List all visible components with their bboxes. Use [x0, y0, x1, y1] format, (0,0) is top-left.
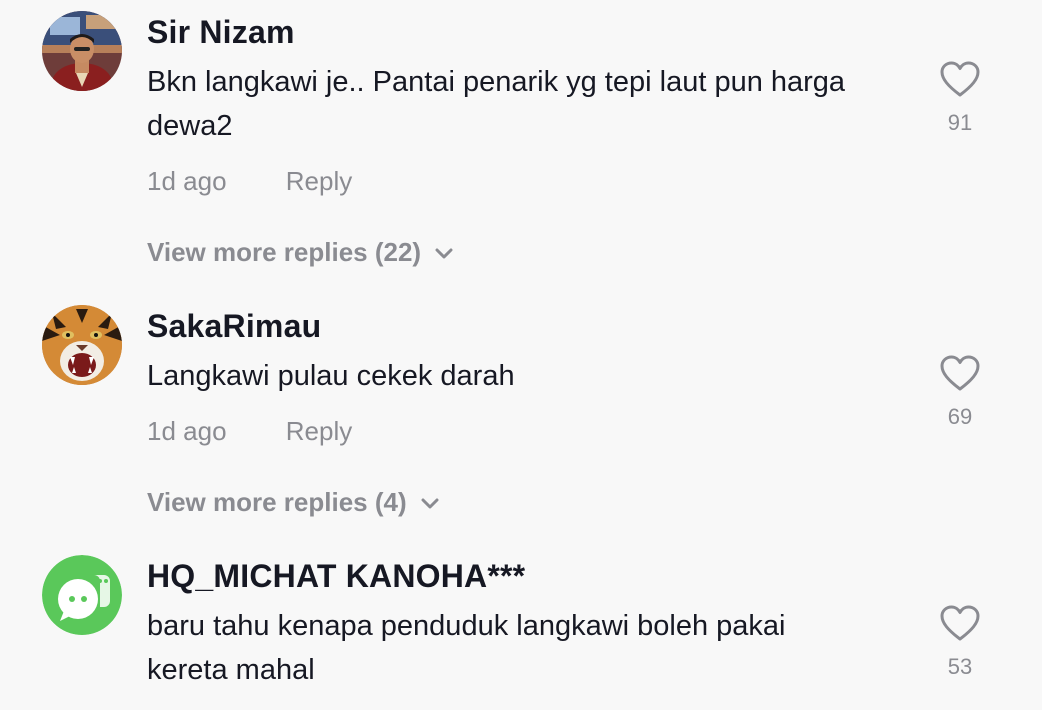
- comment-meta: 1d ago Reply: [147, 166, 352, 197]
- like-count: 53: [947, 654, 973, 679]
- like-button[interactable]: 69: [938, 354, 982, 430]
- heart-icon: [940, 605, 980, 641]
- chevron-down-icon: [421, 498, 439, 508]
- comment-meta: 1d ago Reply: [147, 416, 352, 447]
- comment-username[interactable]: HQ_MICHAT KANOHA***: [147, 558, 525, 595]
- reply-button[interactable]: Reply: [286, 416, 352, 447]
- tiger-photo-avatar-icon: [42, 305, 122, 385]
- michat-logo-avatar-icon: [42, 555, 122, 635]
- view-more-replies-label: View more replies (4): [147, 487, 407, 517]
- comment-text: baru tahu kenapa penduduk langkawi boleh…: [147, 610, 786, 686]
- comment-text: Langkawi pulau cekek darah: [147, 360, 515, 392]
- avatar[interactable]: [42, 555, 122, 635]
- view-more-replies-label: View more replies (22): [147, 237, 422, 267]
- comment-username[interactable]: SakaRimau: [147, 308, 321, 345]
- avatar[interactable]: [42, 11, 122, 91]
- comment-text: Bkn langkawi je.. Pantai penarik yg tepi…: [147, 66, 846, 142]
- chevron-down-icon: [435, 248, 453, 258]
- heart-icon: [940, 61, 980, 97]
- avatar[interactable]: [42, 305, 122, 385]
- view-more-replies-button[interactable]: View more replies (22): [147, 237, 455, 268]
- like-button[interactable]: 53: [938, 604, 982, 680]
- reply-button[interactable]: Reply: [286, 166, 352, 197]
- heart-icon: [940, 355, 980, 391]
- like-count: 69: [947, 404, 973, 429]
- comment-timestamp: 1d ago: [147, 166, 227, 196]
- person-photo-avatar-icon: [42, 11, 122, 91]
- comment-username[interactable]: Sir Nizam: [147, 14, 295, 51]
- comment-timestamp: 1d ago: [147, 416, 227, 446]
- like-count: 91: [947, 110, 973, 135]
- view-more-replies-button[interactable]: View more replies (4): [147, 487, 441, 518]
- like-button[interactable]: 91: [938, 60, 982, 136]
